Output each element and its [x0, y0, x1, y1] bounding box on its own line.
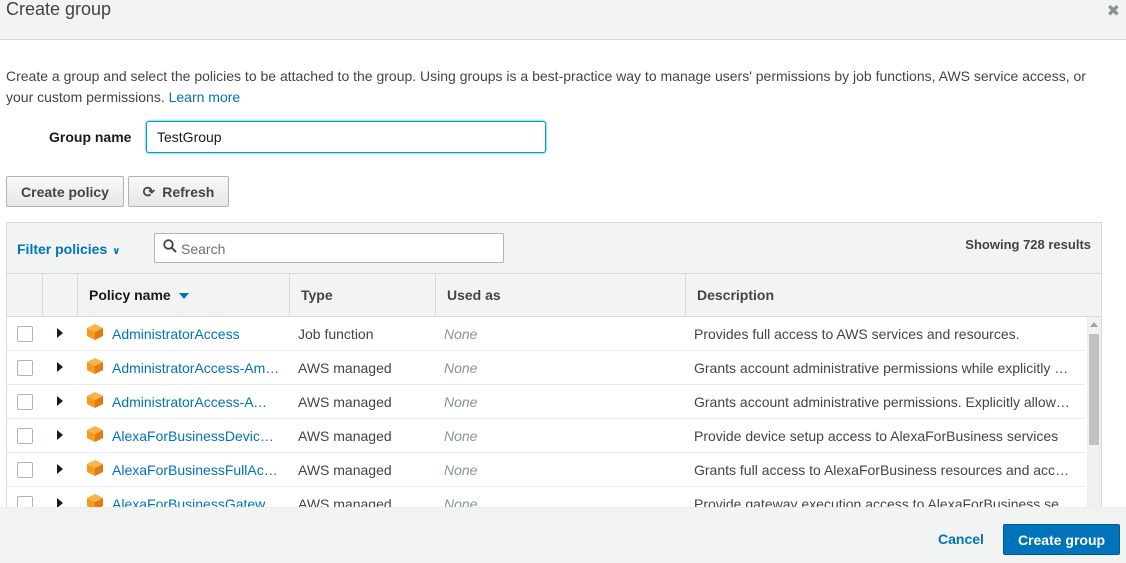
policy-name-link[interactable]: AlexaForBusinessFullAccess — [112, 462, 280, 478]
chevron-down-icon: ∨ — [112, 246, 121, 257]
table-row[interactable]: AlexaForBusinessDeviceSetup AWS managed … — [7, 419, 1085, 453]
policy-used-as: None — [444, 394, 478, 410]
row-checkbox[interactable] — [17, 326, 33, 342]
column-policy-name-label: Policy name — [89, 287, 171, 303]
row-checkbox[interactable] — [17, 428, 33, 444]
table-toolbar: Filter policies ∨ Showing 728 results — [7, 223, 1101, 274]
table-row[interactable]: AdministratorAccess-Amplify AWS managed … — [7, 351, 1085, 385]
refresh-icon: ⟳ — [142, 183, 156, 201]
policy-description: Grants account administrative permission… — [694, 394, 1076, 410]
policy-description: Grants account administrative permission… — [694, 360, 1076, 376]
table-body: AdministratorAccess Job function None Pr… — [7, 317, 1087, 511]
policy-cube-icon — [87, 392, 103, 408]
policy-cube-icon — [87, 324, 103, 340]
header-select-cell — [7, 274, 42, 316]
expand-arrow-icon[interactable] — [57, 328, 63, 338]
refresh-button[interactable]: ⟳ Refresh — [128, 176, 229, 207]
row-checkbox[interactable] — [17, 360, 33, 376]
policies-table: Filter policies ∨ Showing 728 results Pol… — [6, 222, 1102, 512]
column-header-description[interactable]: Description — [685, 274, 1101, 316]
table-header: Policy name Type Used as Description — [7, 274, 1101, 317]
row-checkbox[interactable] — [17, 394, 33, 410]
scrollbar-thumb[interactable] — [1089, 334, 1099, 445]
policy-description: Provides full access to AWS services and… — [694, 326, 1020, 342]
table-row[interactable]: AdministratorAccess Job function None Pr… — [7, 317, 1085, 351]
policy-type: AWS managed — [298, 428, 392, 444]
scroll-up-icon[interactable] — [1090, 322, 1098, 327]
table-scrollbar[interactable] — [1087, 317, 1101, 511]
filter-policies-label: Filter policies — [17, 241, 108, 257]
close-icon[interactable]: ✖ — [1107, 1, 1120, 21]
policy-cube-icon — [87, 426, 103, 442]
dialog-header: Create group ✖ — [0, 0, 1126, 40]
policy-type: AWS managed — [298, 394, 392, 410]
group-name-label: Group name — [49, 129, 132, 145]
refresh-label: Refresh — [162, 183, 215, 200]
policy-type: Job function — [298, 326, 374, 342]
policy-name-link[interactable]: AdministratorAccess-AWSElasticBeanstalk — [112, 394, 280, 410]
dialog-title: Create group — [6, 0, 112, 19]
policy-cube-icon — [87, 460, 103, 476]
policy-type: AWS managed — [298, 360, 392, 376]
column-header-policy-name[interactable]: Policy name — [77, 274, 289, 316]
policy-description: Provide device setup access to AlexaForB… — [694, 428, 1059, 444]
group-name-input[interactable] — [146, 121, 546, 153]
policy-cube-icon — [87, 358, 103, 374]
search-input[interactable] — [181, 239, 491, 259]
policy-name-link[interactable]: AlexaForBusinessDeviceSetup — [112, 428, 280, 444]
table-row[interactable]: AdministratorAccess-AWSElasticBeanstalk … — [7, 385, 1085, 419]
policy-type: AWS managed — [298, 462, 392, 478]
search-icon — [163, 239, 177, 253]
sort-descending-icon — [178, 293, 189, 300]
expand-arrow-icon[interactable] — [57, 362, 63, 372]
policy-used-as: None — [444, 360, 478, 376]
create-policy-button[interactable]: Create policy — [6, 176, 124, 207]
expand-arrow-icon[interactable] — [57, 396, 63, 406]
table-row[interactable]: AlexaForBusinessFullAccess AWS managed N… — [7, 453, 1085, 487]
header-expand-cell — [42, 274, 77, 316]
column-header-type[interactable]: Type — [289, 274, 435, 316]
policy-name-link[interactable]: AdministratorAccess-Amplify — [112, 360, 280, 376]
intro-text: Create a group and select the policies t… — [6, 66, 1116, 108]
dialog-footer: Cancel Create group — [0, 507, 1126, 563]
policy-used-as: None — [444, 428, 478, 444]
row-checkbox[interactable] — [17, 462, 33, 478]
expand-arrow-icon[interactable] — [57, 464, 63, 474]
create-group-button[interactable]: Create group — [1003, 524, 1120, 555]
expand-arrow-icon[interactable] — [57, 430, 63, 440]
filter-policies-dropdown[interactable]: Filter policies ∨ — [17, 241, 120, 257]
cancel-button[interactable]: Cancel — [938, 531, 984, 547]
policy-used-as: None — [444, 326, 478, 342]
column-header-used-as[interactable]: Used as — [435, 274, 685, 316]
policy-used-as: None — [444, 462, 478, 478]
results-count: Showing 728 results — [965, 237, 1091, 252]
learn-more-link[interactable]: Learn more — [169, 89, 241, 105]
search-box[interactable] — [154, 233, 504, 263]
policy-description: Grants full access to AlexaForBusiness r… — [694, 462, 1076, 478]
policy-name-link[interactable]: AdministratorAccess — [112, 326, 280, 342]
